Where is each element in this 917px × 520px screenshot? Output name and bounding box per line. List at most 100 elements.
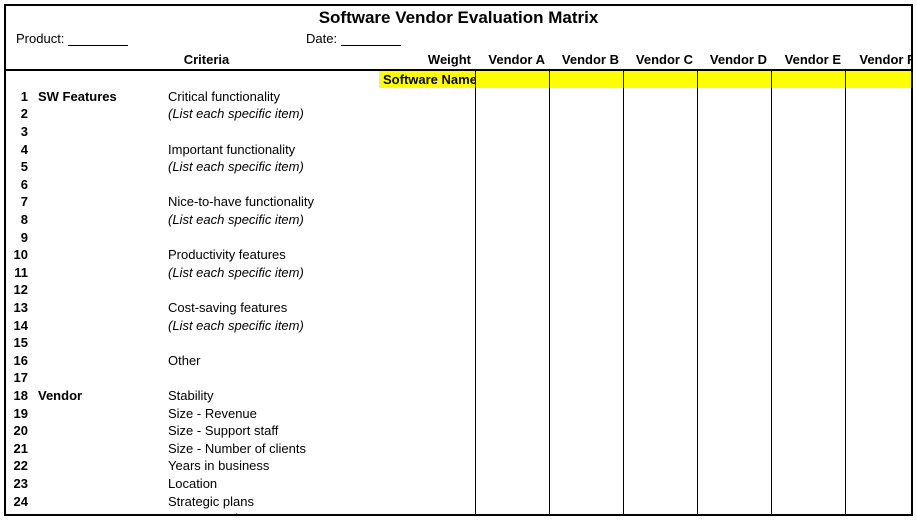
vendor-cell[interactable] <box>845 176 913 194</box>
vendor-cell[interactable] <box>697 439 771 457</box>
vendor-cell[interactable] <box>623 439 697 457</box>
vendor-cell[interactable] <box>623 369 697 387</box>
vendor-cell[interactable] <box>623 334 697 352</box>
vendor-cell[interactable] <box>845 123 913 141</box>
vendor-cell[interactable] <box>475 158 549 176</box>
vendor-cell[interactable] <box>845 105 913 123</box>
vendor-cell[interactable] <box>475 88 549 106</box>
vendor-cell[interactable] <box>845 439 913 457</box>
vendor-cell[interactable] <box>845 387 913 405</box>
vendor-cell[interactable] <box>771 105 845 123</box>
weight-cell[interactable] <box>379 228 475 246</box>
vendor-cell[interactable] <box>697 264 771 282</box>
vendor-cell[interactable] <box>845 510 913 516</box>
vendor-cell[interactable] <box>771 246 845 264</box>
vendor-cell[interactable] <box>845 193 913 211</box>
vendor-cell[interactable] <box>549 105 623 123</box>
vendor-cell[interactable] <box>697 211 771 229</box>
vendor-cell[interactable] <box>845 404 913 422</box>
vendor-cell[interactable] <box>475 176 549 194</box>
vendor-cell[interactable] <box>623 211 697 229</box>
vendor-cell[interactable] <box>549 281 623 299</box>
vendor-cell[interactable] <box>475 475 549 493</box>
vendor-cell[interactable] <box>623 264 697 282</box>
vendor-cell[interactable] <box>549 211 623 229</box>
vendor-cell[interactable] <box>475 492 549 510</box>
vendor-cell[interactable] <box>771 140 845 158</box>
vendor-cell[interactable] <box>697 475 771 493</box>
vendor-cell[interactable] <box>697 352 771 370</box>
vendor-cell[interactable] <box>697 387 771 405</box>
vendor-cell[interactable] <box>771 158 845 176</box>
vendor-cell[interactable] <box>549 316 623 334</box>
weight-cell[interactable] <box>379 158 475 176</box>
vendor-cell[interactable] <box>845 422 913 440</box>
vendor-cell[interactable] <box>475 439 549 457</box>
vendor-cell[interactable] <box>845 492 913 510</box>
vendor-cell[interactable] <box>475 228 549 246</box>
vendor-cell[interactable] <box>845 228 913 246</box>
vendor-cell[interactable] <box>475 404 549 422</box>
vendor-cell[interactable] <box>475 123 549 141</box>
vendor-cell[interactable] <box>845 264 913 282</box>
vendor-cell[interactable] <box>549 123 623 141</box>
vendor-cell[interactable] <box>549 492 623 510</box>
vendor-cell[interactable] <box>623 404 697 422</box>
vendor-cell[interactable] <box>697 281 771 299</box>
vendor-cell[interactable] <box>771 334 845 352</box>
vendor-cell[interactable] <box>771 299 845 317</box>
vendor-cell[interactable] <box>623 457 697 475</box>
vendor-cell[interactable] <box>697 105 771 123</box>
vendor-cell[interactable] <box>697 316 771 334</box>
product-value[interactable] <box>68 30 128 46</box>
vendor-cell[interactable] <box>771 387 845 405</box>
vendor-cell[interactable] <box>475 281 549 299</box>
vendor-cell[interactable] <box>549 352 623 370</box>
vendor-cell[interactable] <box>475 422 549 440</box>
vendor-cell[interactable] <box>697 369 771 387</box>
vendor-cell[interactable] <box>623 510 697 516</box>
vendor-cell[interactable] <box>771 176 845 194</box>
vendor-cell[interactable] <box>475 510 549 516</box>
vendor-cell[interactable] <box>623 352 697 370</box>
vendor-cell[interactable] <box>475 299 549 317</box>
vendor-cell[interactable] <box>697 334 771 352</box>
vendor-cell[interactable] <box>845 369 913 387</box>
vendor-cell[interactable] <box>549 439 623 457</box>
vendor-cell[interactable] <box>845 88 913 106</box>
date-value[interactable] <box>341 30 401 46</box>
weight-cell[interactable] <box>379 246 475 264</box>
vendor-cell[interactable] <box>771 492 845 510</box>
vendor-cell[interactable] <box>475 211 549 229</box>
vendor-cell[interactable] <box>771 211 845 229</box>
vendor-cell[interactable] <box>623 193 697 211</box>
vendor-cell[interactable] <box>771 457 845 475</box>
vendor-cell[interactable] <box>475 193 549 211</box>
software-name-vendor-e[interactable] <box>771 70 845 88</box>
vendor-cell[interactable] <box>623 140 697 158</box>
vendor-cell[interactable] <box>549 404 623 422</box>
vendor-cell[interactable] <box>549 228 623 246</box>
vendor-cell[interactable] <box>845 281 913 299</box>
vendor-cell[interactable] <box>771 281 845 299</box>
vendor-cell[interactable] <box>623 387 697 405</box>
vendor-cell[interactable] <box>549 369 623 387</box>
vendor-cell[interactable] <box>771 228 845 246</box>
vendor-cell[interactable] <box>549 510 623 516</box>
weight-cell[interactable] <box>379 316 475 334</box>
weight-cell[interactable] <box>379 88 475 106</box>
weight-cell[interactable] <box>379 475 475 493</box>
weight-cell[interactable] <box>379 211 475 229</box>
vendor-cell[interactable] <box>549 176 623 194</box>
weight-cell[interactable] <box>379 140 475 158</box>
vendor-cell[interactable] <box>549 387 623 405</box>
software-name-vendor-b[interactable] <box>549 70 623 88</box>
weight-cell[interactable] <box>379 457 475 475</box>
software-name-vendor-f[interactable] <box>845 70 913 88</box>
vendor-cell[interactable] <box>697 422 771 440</box>
vendor-cell[interactable] <box>697 510 771 516</box>
vendor-cell[interactable] <box>549 140 623 158</box>
vendor-cell[interactable] <box>697 176 771 194</box>
vendor-cell[interactable] <box>623 316 697 334</box>
vendor-cell[interactable] <box>771 123 845 141</box>
